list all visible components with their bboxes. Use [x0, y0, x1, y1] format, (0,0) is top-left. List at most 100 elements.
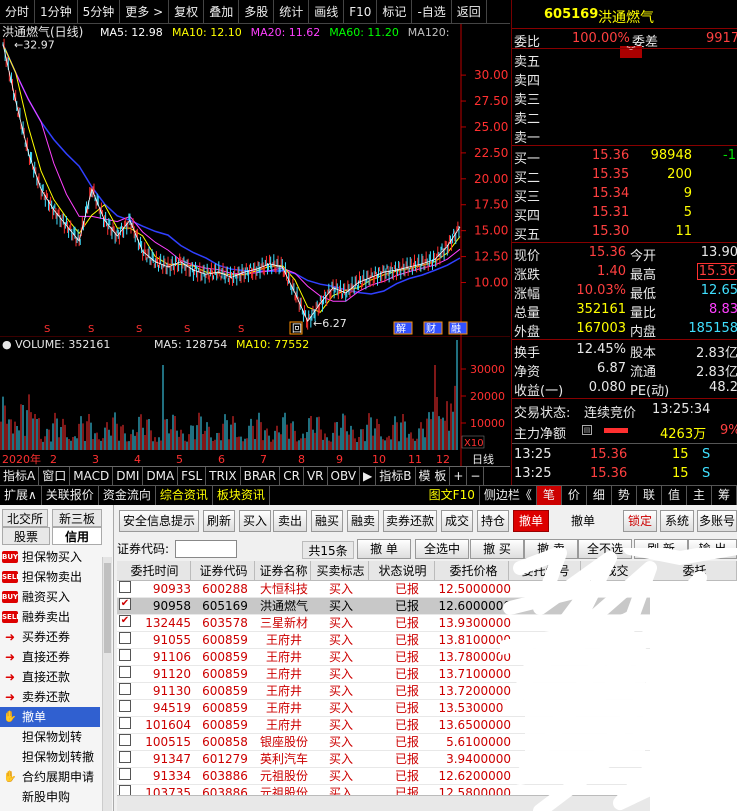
event-marker[interactable]: 回 — [292, 323, 302, 335]
toolbar-item-1[interactable]: 1分钟 — [35, 0, 78, 24]
row-checkbox[interactable] — [119, 768, 131, 780]
trade-toolbar-button[interactable]: 成交 — [441, 510, 473, 532]
info-tab[interactable]: 资金流向 — [99, 486, 156, 505]
buy-row[interactable]: 买二 15.35 200 — [512, 166, 737, 186]
column-header[interactable]: 委托 — [653, 561, 737, 581]
side-tab[interactable]: 主 — [687, 486, 712, 505]
trade-menu-item[interactable]: ➜ 买券还券 — [0, 627, 100, 647]
info-tab[interactable]: 综合资讯 — [156, 486, 213, 505]
toolbar-item-3[interactable]: 更多 > — [120, 0, 170, 24]
sell-row[interactable]: 卖四 — [512, 69, 737, 89]
market-tab[interactable]: 信用 — [52, 527, 102, 545]
column-header[interactable]: 买卖标志 — [313, 561, 369, 581]
row-checkbox[interactable]: ✔ — [119, 615, 131, 627]
column-header[interactable]: 委托价格 — [439, 561, 509, 581]
order-row[interactable]: 94519 600859 王府井 买入 已报 13.5300000 — [117, 700, 737, 717]
order-row[interactable]: 91347 601279 英利汽车 买入 已报 3.9400000 1000.00 — [117, 751, 737, 768]
order-action-button[interactable]: 全不选 — [578, 539, 632, 559]
row-checkbox[interactable] — [119, 581, 131, 593]
trade-menu-item[interactable]: SELL 担保物卖出 — [0, 567, 100, 587]
sell-row[interactable]: 卖一 — [512, 126, 737, 146]
indicator-tab[interactable]: CR — [280, 467, 304, 485]
toolbar-item-4[interactable]: 复权 — [169, 0, 205, 24]
volume-chart[interactable]: ● VOLUME: 352161 MA5: 128754 MA10: 77552 30… — [0, 336, 510, 466]
column-header[interactable]: 委托时间 — [119, 561, 191, 581]
side-tab[interactable]: 笔 — [536, 486, 562, 505]
toolbar-item-8[interactable]: 画线 — [309, 0, 345, 24]
side-tab[interactable]: 图文F10 — [425, 486, 480, 505]
trade-toolbar-button[interactable]: 融买 — [311, 510, 343, 532]
order-row[interactable]: ✔ 132445 603578 三星新材 买入 已报 13.9300000 — [117, 615, 737, 632]
event-marker[interactable]: 融 — [451, 323, 461, 335]
event-marker[interactable]: S — [44, 324, 50, 335]
indicator-tab[interactable]: TRIX — [206, 467, 241, 485]
order-action-button[interactable]: 撤 卖 — [524, 539, 578, 559]
toolbar-item-2[interactable]: 5分钟 — [78, 0, 121, 24]
row-checkbox[interactable] — [119, 734, 131, 746]
trade-toolbar-button[interactable]: 持仓 — [477, 510, 509, 532]
trade-toolbar-button[interactable]: 撤单 — [555, 510, 611, 532]
column-header[interactable]: 证券名称 — [257, 561, 311, 581]
order-action-button[interactable]: 撤 买 — [470, 539, 524, 559]
trade-menu-item[interactable]: BUY 担保物买入 — [0, 547, 100, 567]
indicator-tab[interactable]: + — [450, 467, 468, 485]
order-row[interactable]: 100515 600858 银座股份 买入 已报 5.6100000 1000.00 — [117, 734, 737, 751]
event-marker[interactable]: S — [136, 324, 142, 335]
order-row[interactable]: ✔ 90958 605169 洪通燃气 买入 已报 12.6000000 — [117, 598, 737, 615]
sidebar-scrollbar[interactable] — [102, 557, 112, 811]
event-marker[interactable]: S — [184, 324, 190, 335]
toolbar-item-9[interactable]: F10 — [344, 0, 378, 24]
order-action-button[interactable]: 撤 单 — [357, 539, 411, 559]
indicator-tab[interactable]: 窗口 — [39, 467, 71, 485]
order-row[interactable]: 91120 600859 王府井 买入 已报 13.7100000 1000.00 — [117, 666, 737, 683]
info-tab[interactable]: 扩展∧ — [0, 486, 42, 505]
buy-row[interactable]: 买四 15.31 5 — [512, 204, 737, 224]
indicator-tab[interactable]: DMA — [143, 467, 179, 485]
toolbar-item-10[interactable]: 标记 — [377, 0, 413, 24]
side-tab[interactable]: 势 — [612, 486, 637, 505]
event-marker[interactable]: 财 — [426, 322, 436, 335]
market-tab[interactable]: 北交所 — [2, 509, 48, 527]
kline-chart[interactable]: 洪通燃气(日线) MA5: 12.98 MA10: 12.10 MA20: 11.62… — [0, 24, 510, 336]
info-tab[interactable]: 板块资讯 — [213, 486, 270, 505]
indicator-tab[interactable]: VR — [304, 467, 328, 485]
indicator-tab[interactable]: 指标B — [376, 467, 416, 485]
trade-toolbar-button[interactable]: 多账号 — [697, 510, 737, 532]
indicator-tab[interactable]: − — [467, 467, 485, 485]
row-checkbox[interactable] — [119, 751, 131, 763]
trade-toolbar-button[interactable]: 撤单 — [513, 510, 549, 532]
row-checkbox[interactable] — [119, 717, 131, 729]
indicator-tab[interactable]: FSL — [178, 467, 207, 485]
trade-toolbar-button[interactable]: 卖券还款 — [383, 510, 437, 532]
toolbar-item-12[interactable]: 返回 — [452, 0, 487, 24]
sell-row[interactable]: 卖五 — [512, 50, 737, 70]
trade-toolbar-button[interactable]: 卖出 — [273, 510, 307, 532]
order-action-button[interactable]: 刷 新 — [634, 539, 688, 559]
order-row[interactable]: 90933 600288 大恒科技 买入 已报 12.5000000 — [117, 581, 737, 598]
row-checkbox[interactable] — [119, 683, 131, 695]
event-marker[interactable]: 解 — [396, 322, 406, 335]
order-row[interactable]: 91055 600859 王府井 买入 已报 13.8100000 — [117, 632, 737, 649]
trade-toolbar-button[interactable]: 安全信息提示 — [119, 510, 199, 532]
column-header[interactable]: 委托编号 — [511, 561, 581, 581]
row-checkbox[interactable]: ✔ — [119, 598, 131, 610]
buy-row[interactable]: 买五 15.30 11 — [512, 223, 737, 243]
row-checkbox[interactable] — [119, 649, 131, 661]
row-checkbox[interactable] — [119, 632, 131, 644]
side-tab[interactable]: 值 — [662, 486, 687, 505]
toolbar-item-0[interactable]: 分时 — [0, 0, 36, 24]
side-tab[interactable]: 价 — [562, 486, 587, 505]
trade-menu-item[interactable]: ➜ 卖券还款 — [0, 687, 100, 707]
trade-menu-item[interactable]: SELL 融券卖出 — [0, 607, 100, 627]
indicator-tab[interactable]: DMI — [113, 467, 144, 485]
trade-toolbar-button[interactable]: 系统 — [660, 510, 694, 532]
side-tab[interactable]: 细 — [587, 486, 612, 505]
order-row[interactable]: 91130 600859 王府井 买入 已报 13.7200000 — [117, 683, 737, 700]
event-marker[interactable]: S — [238, 324, 244, 335]
toolbar-item-6[interactable]: 多股 — [239, 0, 275, 24]
order-row[interactable]: 91106 600859 王府井 买入 已报 13.7800000 1000.00 — [117, 649, 737, 666]
column-header[interactable]: 证券代码 — [193, 561, 255, 581]
trade-menu-item[interactable]: ➜ 直接还券 — [0, 647, 100, 667]
table-hscrollbar[interactable] — [117, 795, 737, 811]
trade-menu-item[interactable]: 担保物划转 — [0, 727, 100, 747]
